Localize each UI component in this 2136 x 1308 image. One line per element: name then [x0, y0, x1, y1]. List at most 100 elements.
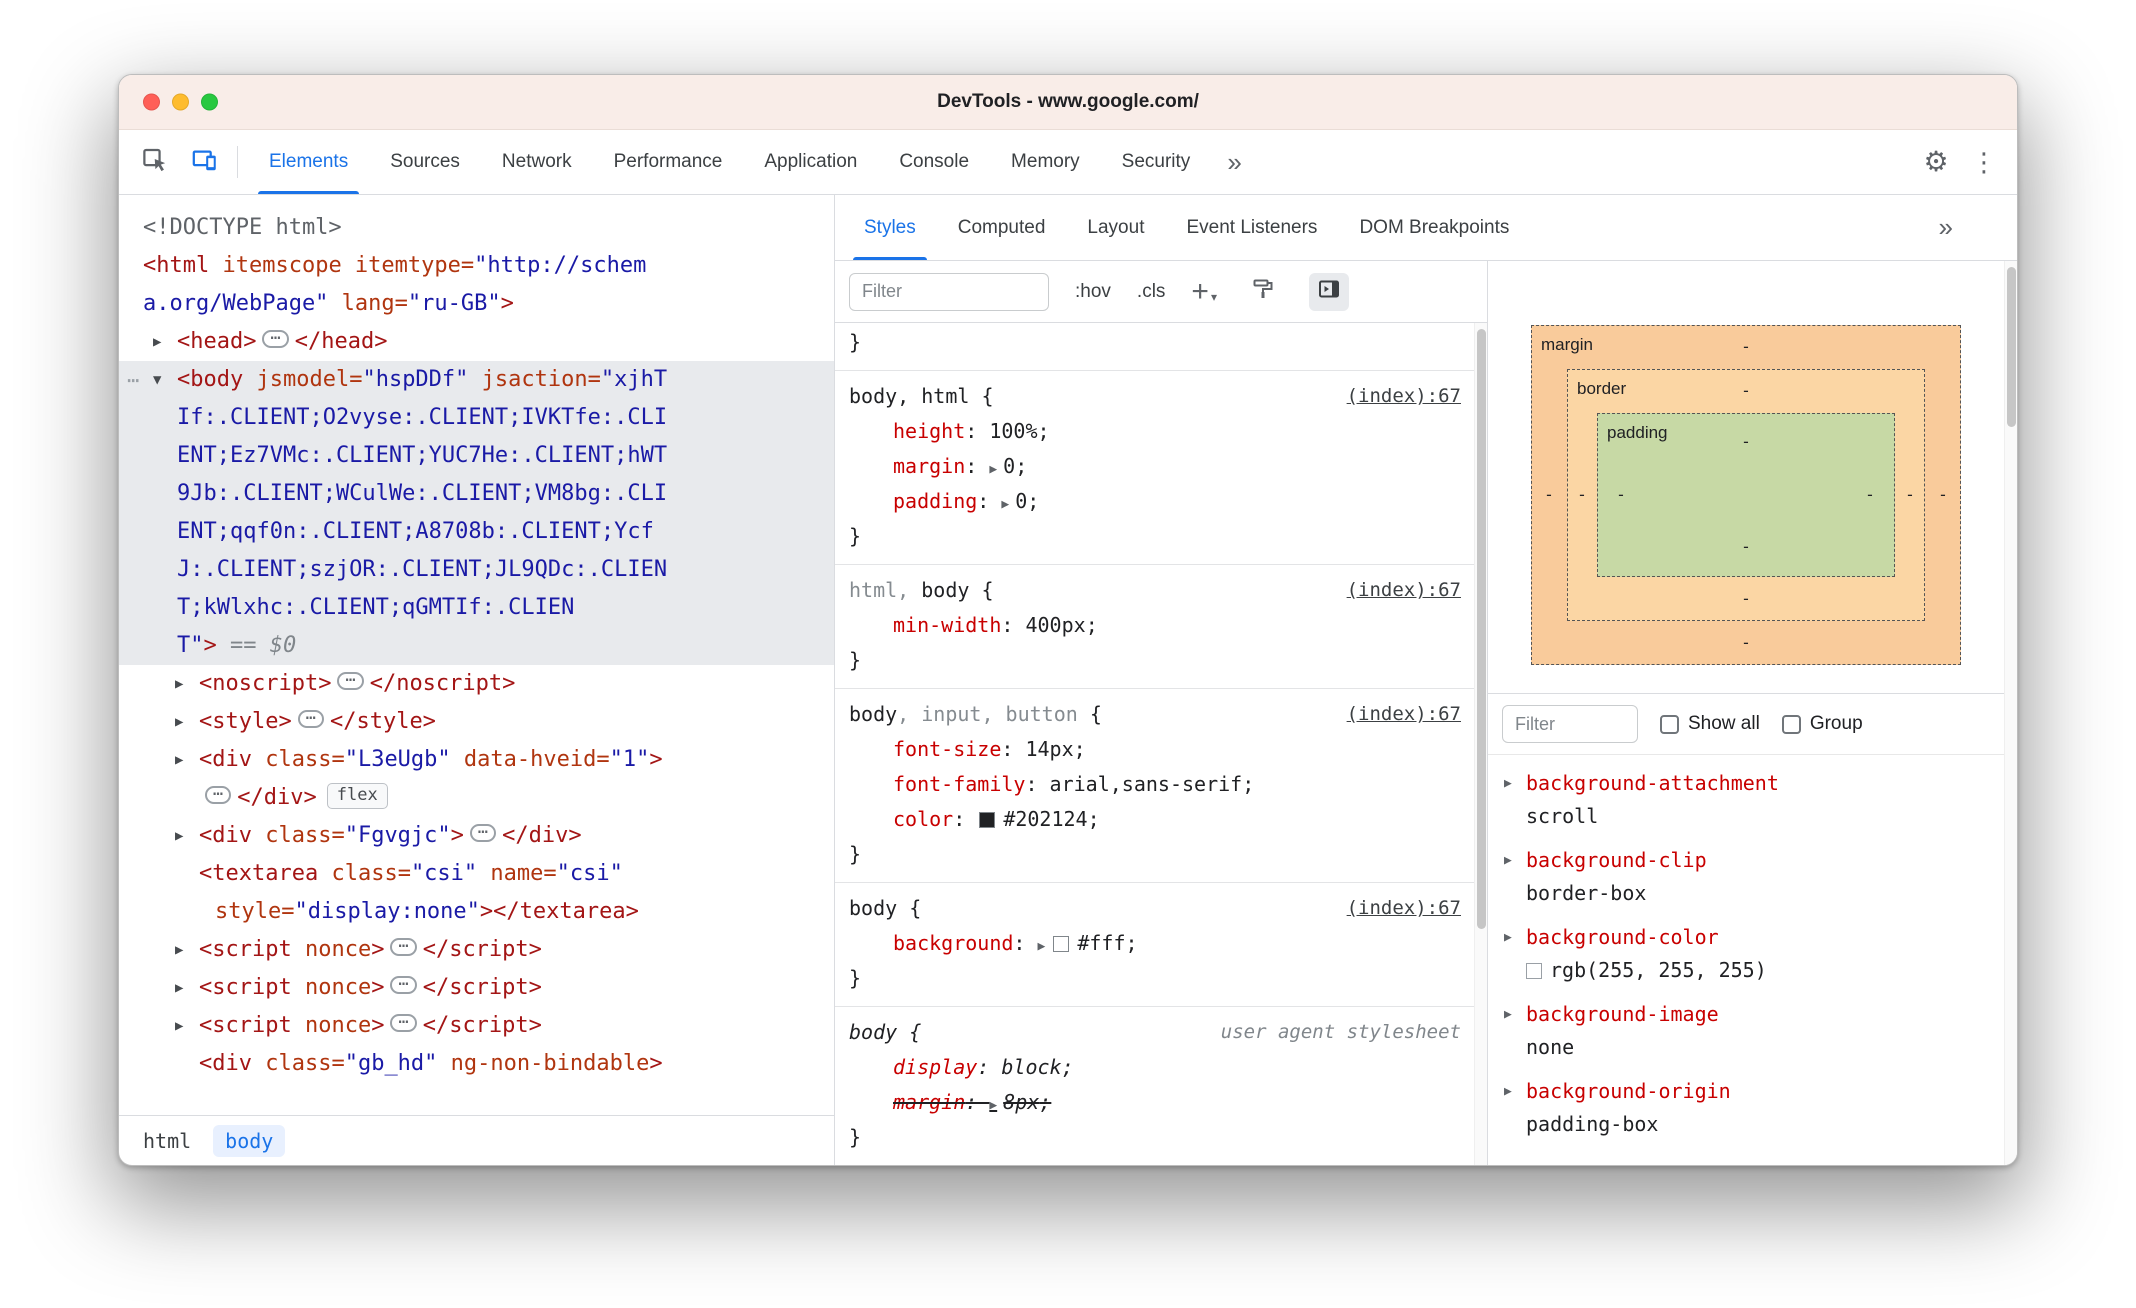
dom-tree-row[interactable]: T;kWlxhc:.CLIENT;qGMTIf:.CLIEN: [119, 589, 834, 627]
box-model-value[interactable]: -: [1743, 589, 1749, 609]
tab-memory[interactable]: Memory: [990, 130, 1101, 194]
dom-tree-row[interactable]: style="display:none"></textarea>: [119, 893, 834, 931]
computed-property[interactable]: ▶ background-clip border-box: [1498, 844, 2017, 910]
computed-property[interactable]: ▶ background-color rgb(255, 255, 255): [1498, 921, 2017, 987]
dom-tree-row[interactable]: If:.CLIENT;O2vyse:.CLIENT;IVKTfe:.CLI: [119, 399, 834, 437]
box-model-value[interactable]: -: [1907, 485, 1913, 505]
style-property[interactable]: height: 100%;: [849, 414, 1461, 449]
expand-right-icon[interactable]: ▶: [175, 665, 183, 703]
zoom-window-button[interactable]: [201, 93, 218, 111]
inline-expand-button[interactable]: ⋯: [469, 824, 497, 842]
color-swatch[interactable]: [1526, 963, 1542, 979]
expand-right-icon[interactable]: ▶: [1504, 767, 1512, 800]
expand-right-icon[interactable]: ▶: [175, 931, 183, 969]
style-property[interactable]: color: #202124;: [849, 802, 1461, 837]
sidebar-tab-dom-breakpoints[interactable]: DOM Breakpoints: [1338, 195, 1530, 260]
stylesheet-link[interactable]: (index):67: [1347, 573, 1461, 608]
tab-console[interactable]: Console: [878, 130, 990, 194]
more-panels-button[interactable]: »: [1211, 130, 1257, 194]
color-swatch[interactable]: [1053, 936, 1070, 952]
styles-filter-input[interactable]: [849, 272, 1049, 311]
dom-tree-row[interactable]: ▶ <head> ⋯ </head>: [119, 323, 834, 361]
dom-tree-row[interactable]: ▶ <script nonce> ⋯ </script>: [119, 969, 834, 1007]
dom-tree-row[interactable]: ENT;Ez7VMc:.CLIENT;YUC7He:.CLIENT;hWT: [119, 437, 834, 475]
computed-property-name[interactable]: ▶ background-clip: [1498, 844, 2017, 877]
crumb-body[interactable]: body: [213, 1124, 286, 1157]
minimize-window-button[interactable]: [172, 93, 189, 111]
sidebar-more-tabs-button[interactable]: »: [1923, 195, 1969, 260]
show-all-checkbox[interactable]: [1660, 714, 1679, 734]
sidebar-scrollbar-thumb[interactable]: [2007, 267, 2016, 427]
inline-expand-button[interactable]: ⋯: [390, 938, 417, 956]
settings-button[interactable]: ⚙: [1915, 142, 1957, 182]
tab-security[interactable]: Security: [1101, 130, 1212, 194]
dom-tree-row[interactable]: <div class="gb_hd" ng-non-bindable>: [119, 1045, 834, 1083]
expand-value-icon[interactable]: ▶: [989, 462, 997, 477]
computed-property-name[interactable]: ▶ background-image: [1498, 998, 2017, 1031]
tab-application[interactable]: Application: [743, 130, 878, 194]
dom-tree-row[interactable]: ▶ <div class="Fgvgjc"> ⋯ </div>: [119, 817, 834, 855]
sidebar-scrollbar[interactable]: [2004, 261, 2017, 1165]
styles-scrollbar-thumb[interactable]: [1477, 329, 1486, 929]
style-property[interactable]: margin: ▶ 8px;: [849, 1085, 1461, 1120]
color-swatch[interactable]: [979, 812, 996, 828]
expand-value-icon[interactable]: ▶: [1001, 497, 1009, 512]
expand-right-icon[interactable]: ▶: [1504, 1075, 1512, 1108]
style-property[interactable]: font-family: arial,sans-serif;: [849, 767, 1461, 802]
format-paint-button[interactable]: [1243, 273, 1283, 311]
show-all-toggle[interactable]: Show all: [1660, 713, 1760, 735]
style-property[interactable]: font-size: 14px;: [849, 732, 1461, 767]
expand-right-icon[interactable]: ▶: [175, 817, 183, 855]
main-menu-button[interactable]: ⋮: [1963, 142, 2005, 182]
tab-sources[interactable]: Sources: [369, 130, 481, 194]
dom-tree-row[interactable]: ENT;qqf0n:.CLIENT;A8708b:.CLIENT;Ycf: [119, 513, 834, 551]
expand-right-icon[interactable]: ▶: [1504, 921, 1512, 954]
dom-tree-row[interactable]: ▶ <script nonce> ⋯ </script>: [119, 931, 834, 969]
titlebar[interactable]: DevTools - www.google.com/: [119, 75, 2017, 130]
dom-tree-row[interactable]: a.org/WebPage" lang="ru-GB">: [119, 285, 834, 323]
inline-expand-button[interactable]: ⋯: [390, 976, 417, 994]
stylesheet-link[interactable]: (index):67: [1347, 697, 1461, 732]
box-model-value[interactable]: -: [1743, 537, 1749, 557]
inline-expand-button[interactable]: ⋯: [390, 1014, 417, 1032]
dom-tree-row[interactable]: <!DOCTYPE html>: [119, 209, 834, 247]
inline-expand-button[interactable]: ⋯: [205, 786, 232, 804]
element-classes-button[interactable]: .cls: [1137, 281, 1166, 303]
flex-badge[interactable]: flex: [326, 782, 388, 809]
group-checkbox[interactable]: [1781, 714, 1801, 734]
sidebar-tab-layout[interactable]: Layout: [1066, 195, 1165, 260]
expand-value-icon[interactable]: ▶: [989, 1098, 997, 1113]
device-toolbar-button[interactable]: [183, 142, 225, 182]
expand-right-icon[interactable]: ▶: [1504, 998, 1512, 1031]
overflow-dots-icon[interactable]: ⋯: [127, 361, 139, 399]
expand-right-icon[interactable]: ▶: [1504, 844, 1512, 877]
box-model-value[interactable]: -: [1743, 633, 1749, 653]
computed-property[interactable]: ▶ background-image none: [1498, 998, 2017, 1064]
computed-filter-input[interactable]: [1502, 705, 1638, 743]
box-model-value[interactable]: -: [1546, 485, 1552, 505]
expand-value-icon[interactable]: ▶: [1038, 939, 1046, 954]
style-property[interactable]: background: ▶ #fff;: [849, 926, 1461, 961]
inline-expand-button[interactable]: ⋯: [262, 330, 289, 348]
box-model-value[interactable]: -: [1743, 337, 1749, 357]
rule-selector[interactable]: body, html {: [849, 379, 1347, 414]
box-model-value[interactable]: -: [1867, 485, 1873, 505]
close-window-button[interactable]: [143, 93, 160, 111]
stylesheet-link[interactable]: (index):67: [1347, 891, 1461, 926]
expand-right-icon[interactable]: ▶: [153, 323, 161, 361]
expand-right-icon[interactable]: ▶: [175, 1007, 183, 1045]
rule-selector[interactable]: body {: [849, 891, 1347, 926]
tab-network[interactable]: Network: [481, 130, 593, 194]
toggle-computed-sidebar-button[interactable]: [1308, 272, 1349, 311]
dom-tree-row[interactable]: ▶ <noscript> ⋯ </noscript>: [119, 665, 834, 703]
expand-right-icon[interactable]: ▶: [175, 741, 183, 779]
computed-property[interactable]: ▶ background-origin padding-box: [1498, 1075, 2017, 1141]
dom-tree-row[interactable]: ▶ <style> ⋯ </style>: [119, 703, 834, 741]
dom-tree-row[interactable]: ⋯ ▼ <body jsmodel="hspDDf" jsaction="xjhT: [119, 361, 834, 399]
sidebar-tab-styles[interactable]: Styles: [843, 195, 937, 260]
tab-performance[interactable]: Performance: [593, 130, 744, 194]
dom-tree-row[interactable]: ▶ <script nonce> ⋯ </script>: [119, 1007, 834, 1045]
dom-tree-row[interactable]: ▶ <div class="L3eUgb" data-hveid="1">: [119, 741, 834, 779]
expand-down-icon[interactable]: ▼: [153, 361, 161, 399]
computed-property-name[interactable]: ▶ background-attachment: [1498, 767, 2017, 800]
